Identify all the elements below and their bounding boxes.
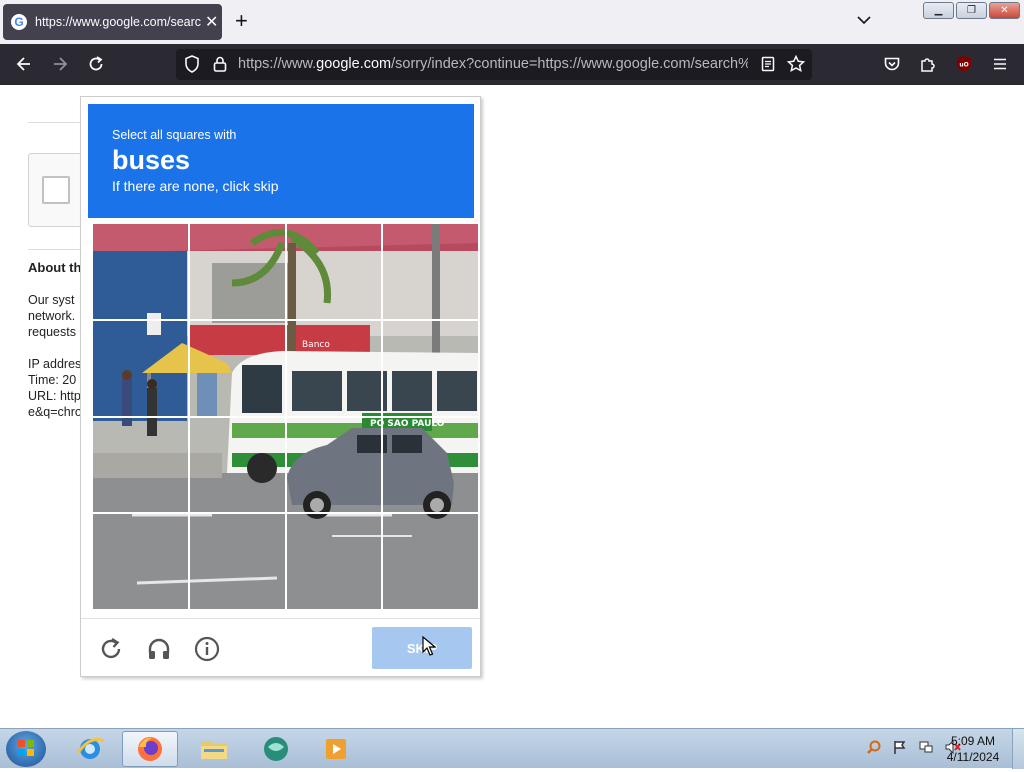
close-window-button[interactable]: ✕ [989,2,1020,19]
captcha-tile[interactable] [285,513,383,610]
challenge-hint: If there are none, click skip [112,178,279,194]
globe-app-icon [264,737,288,761]
reader-view-icon[interactable] [758,54,778,74]
minimize-button[interactable]: ▁ [923,2,954,19]
firefox-icon [138,737,162,761]
hamburger-menu-icon[interactable] [990,54,1010,74]
captcha-tile[interactable] [92,513,189,610]
tab-title: https://www.google.com/search?q=chrome [35,15,201,29]
captcha-tile[interactable] [382,513,479,610]
taskbar-internet-explorer[interactable] [62,731,118,767]
captcha-tile[interactable] [382,319,479,417]
system-clock[interactable]: 5:09 AM 4/11/2024 [940,733,1006,765]
back-arrow-icon[interactable] [14,54,34,74]
captcha-tile[interactable] [285,416,383,514]
start-button[interactable] [6,731,46,767]
captcha-tile[interactable] [382,223,479,320]
url-line-cont: e&q=chro [28,405,82,419]
forward-arrow-icon[interactable] [50,54,70,74]
pocket-icon[interactable] [882,54,902,74]
about-text-line: Our syst [28,293,75,307]
bookmark-star-icon[interactable] [786,54,806,74]
clock-time: 5:09 AM [950,734,996,748]
tile-grid [92,223,479,610]
captcha-tile[interactable] [188,513,286,610]
captcha-tile[interactable] [92,319,189,417]
internet-explorer-icon [76,738,105,759]
ip-address-line: IP addres [28,357,82,371]
about-text-line: network. [28,309,76,323]
show-desktop-button[interactable] [1012,729,1024,769]
recaptcha-checkbox[interactable] [42,176,70,204]
taskbar-firefox[interactable] [122,731,178,767]
network-icon[interactable] [918,739,934,755]
tab-strip: G https://www.google.com/search?q=chrome… [0,0,1024,44]
shield-icon[interactable] [182,54,202,74]
captcha-challenge-dialog: Select all squares with buses If there a… [80,96,481,677]
nav-toolbar: https://www.google.com/sorry/index?conti… [0,44,1024,85]
captcha-tile[interactable] [188,416,286,514]
challenge-image-grid: Banco PO SAO PAULO [92,223,479,610]
list-all-tabs-icon[interactable] [856,12,872,28]
captcha-tile[interactable] [92,416,189,514]
action-center-flag-icon[interactable] [892,739,908,755]
extensions-puzzle-icon[interactable] [918,54,938,74]
recaptcha-anchor-box [28,153,88,227]
challenge-instruction: Select all squares with [112,128,237,142]
search-magnifier-icon[interactable] [866,739,882,755]
taskbar-file-explorer[interactable] [186,731,242,767]
windows-taskbar: 5:09 AM 4/11/2024 [0,728,1024,769]
audio-challenge-headphones-icon[interactable] [145,635,173,663]
about-heading: About th [28,260,82,275]
folder-icon [201,741,227,759]
divider [28,249,88,250]
windows-logo-icon [18,740,34,756]
taskbar-media-player[interactable] [308,731,364,767]
time-line: Time: 20 [28,373,77,387]
captcha-tile[interactable] [285,319,383,417]
window-controls: ▁ ❐ ✕ [923,2,1020,19]
new-tab-button[interactable]: + [235,10,248,32]
captcha-tile[interactable] [92,223,189,320]
google-g-icon: G [11,14,27,30]
captcha-tile[interactable] [188,319,286,417]
reload-challenge-icon[interactable] [97,635,125,663]
captcha-tile[interactable] [382,416,479,514]
challenge-target: buses [112,145,191,175]
captcha-tile[interactable] [285,223,383,320]
address-bar[interactable]: https://www.google.com/sorry/index?conti… [176,49,812,80]
ublock-origin-icon[interactable]: uO [954,54,974,74]
reload-icon[interactable] [86,54,106,74]
media-player-icon [326,739,346,759]
mouse-cursor-icon [422,636,436,656]
url-text: https://www.google.com/sorry/index?conti… [238,56,748,72]
about-text-line: requests [28,325,76,339]
captcha-tile[interactable] [188,223,286,320]
divider [28,122,88,123]
close-tab-icon[interactable]: ✕ [205,12,218,32]
svg-text:uO: uO [959,62,968,69]
taskbar-app-globe[interactable] [248,731,304,767]
url-line: URL: http [28,389,81,403]
browser-tab[interactable]: G https://www.google.com/search?q=chrome… [3,4,222,40]
footer-divider [81,618,480,619]
lock-icon[interactable] [210,54,230,74]
info-icon[interactable] [193,635,221,663]
clock-date: 4/11/2024 [946,750,1000,764]
restore-button[interactable]: ❐ [956,2,987,19]
challenge-header: Select all squares with buses If there a… [88,104,474,218]
